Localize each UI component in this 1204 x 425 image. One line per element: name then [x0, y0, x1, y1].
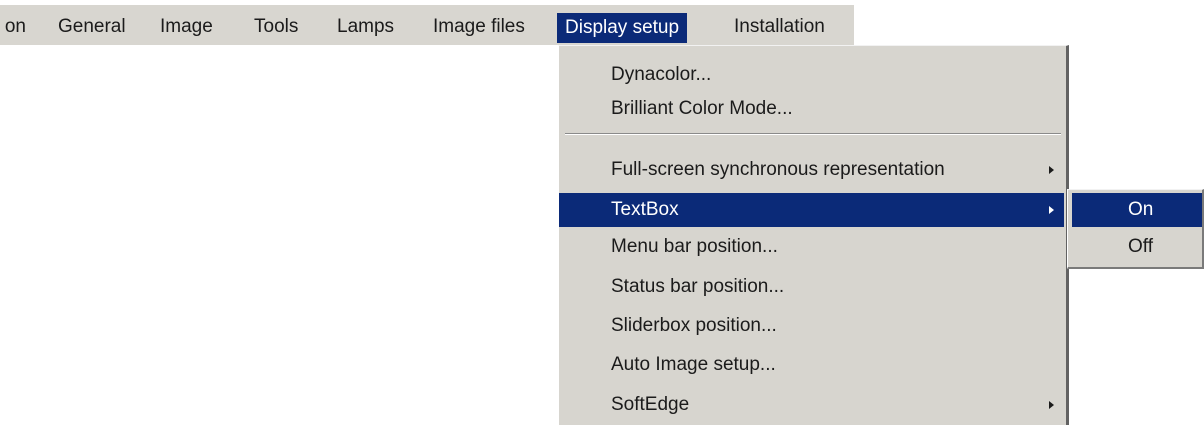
menu-item-image-files[interactable]: Image files [433, 13, 525, 41]
submenu-item-off[interactable]: Off [1072, 230, 1202, 264]
submenu-item-label: Off [1128, 236, 1153, 257]
dropdown-item-label: Status bar position... [611, 276, 785, 297]
dropdown-item-label: Full-screen synchronous representation [611, 159, 945, 180]
dropdown-item-status-bar-position[interactable]: Status bar position... [559, 270, 1064, 304]
menu-item-installation[interactable]: Installation [734, 13, 825, 41]
dropdown-item-dynacolor[interactable]: Dynacolor... [559, 58, 1064, 92]
dropdown-item-label: Dynacolor... [611, 64, 712, 85]
dropdown-item-label: Brilliant Color Mode... [611, 98, 793, 119]
dropdown-item-label: Sliderbox position... [611, 315, 777, 336]
textbox-submenu: On Off [1067, 189, 1204, 269]
menu-item-display-setup[interactable]: Display setup [557, 13, 688, 43]
submenu-arrow-icon [1049, 401, 1054, 409]
submenu-item-on[interactable]: On [1072, 193, 1202, 227]
dropdown-item-menu-bar-position[interactable]: Menu bar position... [559, 230, 1064, 264]
dropdown-item-label: TextBox [611, 199, 679, 220]
dropdown-item-auto-image-setup[interactable]: Auto Image setup... [559, 348, 1064, 382]
dropdown-item-textbox[interactable]: TextBox [559, 193, 1064, 227]
dropdown-item-sliderbox-position[interactable]: Sliderbox position... [559, 309, 1064, 343]
menu-item-general[interactable]: General [58, 13, 126, 41]
menu-item-image[interactable]: Image [160, 13, 213, 41]
dropdown-item-full-screen-sync[interactable]: Full-screen synchronous representation [559, 153, 1064, 187]
menu-item-tools[interactable]: Tools [254, 13, 298, 41]
display-setup-dropdown: Dynacolor... Brilliant Color Mode... Ful… [558, 45, 1069, 425]
menu-separator [565, 133, 1061, 135]
submenu-arrow-icon [1049, 166, 1054, 174]
submenu-item-label: On [1128, 199, 1154, 220]
dropdown-item-label: Menu bar position... [611, 236, 778, 257]
dropdown-item-label: SoftEdge [611, 394, 690, 415]
menu-bar: on General Image Tools Lamps Image files… [0, 5, 854, 45]
dropdown-item-label: Auto Image setup... [611, 354, 776, 375]
menu-item-cut-off[interactable]: on [0, 13, 26, 41]
menu-item-lamps[interactable]: Lamps [337, 13, 394, 41]
submenu-arrow-icon [1049, 206, 1054, 214]
dropdown-item-softedge[interactable]: SoftEdge [559, 388, 1064, 422]
screen: on General Image Tools Lamps Image files… [0, 0, 1204, 425]
dropdown-item-brilliant-color-mode[interactable]: Brilliant Color Mode... [559, 92, 1064, 126]
